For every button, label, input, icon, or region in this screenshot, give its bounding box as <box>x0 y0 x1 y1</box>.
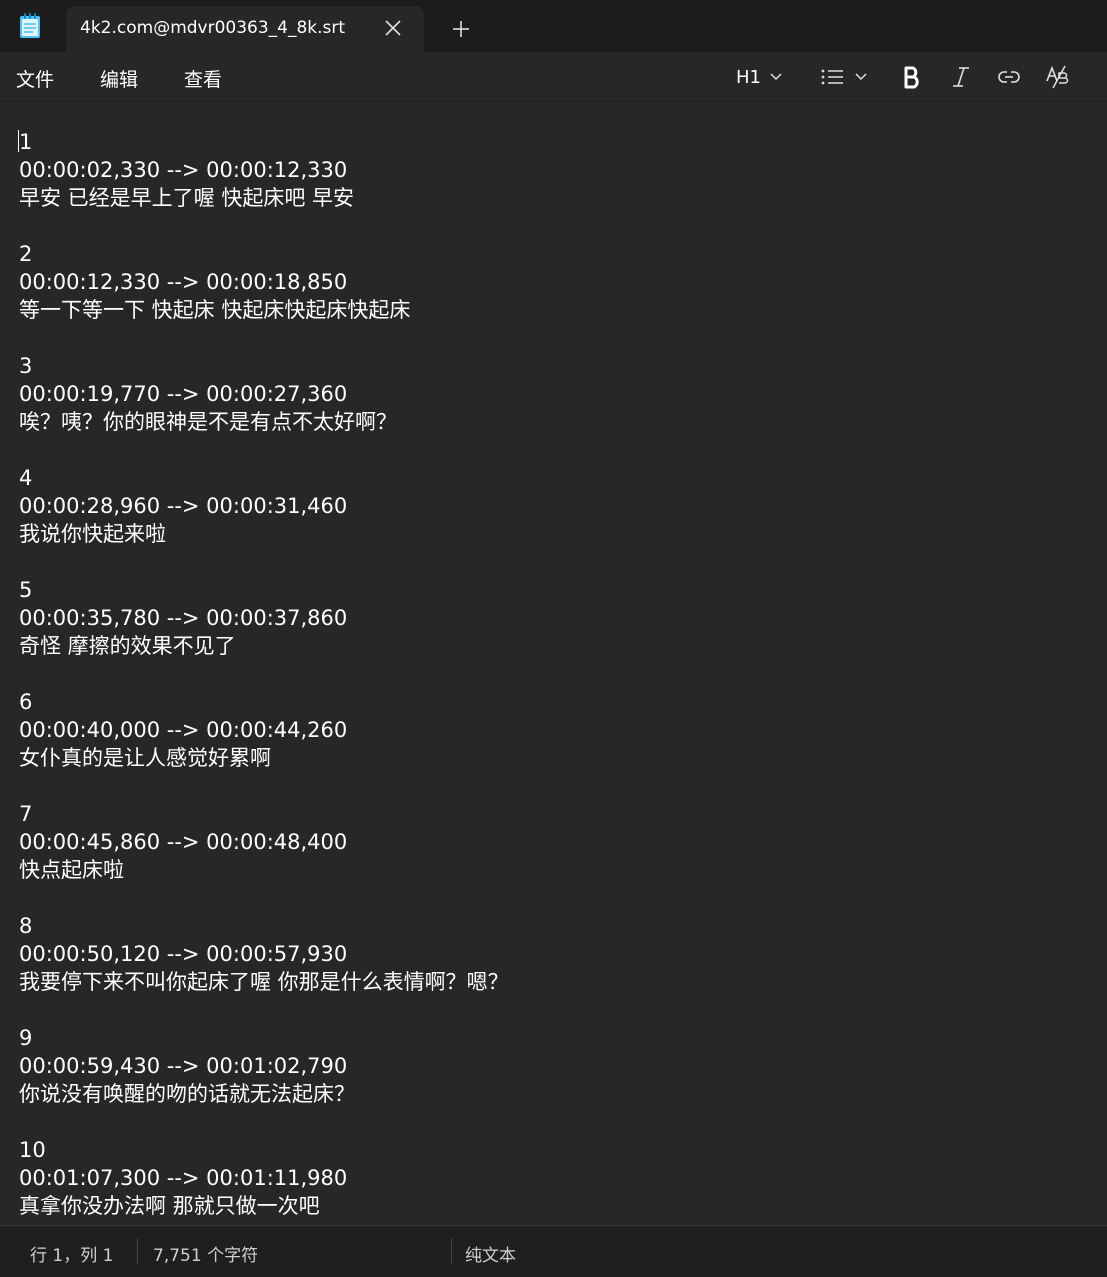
editor-line: 6 <box>19 690 33 714</box>
italic-icon <box>950 65 972 89</box>
editor-line: 我说你快起来啦 <box>19 522 166 546</box>
status-divider <box>137 1238 138 1264</box>
bold-button[interactable] <box>902 64 922 90</box>
character-count: 7,751 个字符 <box>153 1246 259 1266</box>
editor-line: 8 <box>19 914 33 938</box>
editor-line: 00:00:19,770 --> 00:00:27,360 <box>19 382 348 406</box>
editor-line: 奇怪 摩擦的效果不见了 <box>19 634 236 658</box>
editor-line: 00:00:50,120 --> 00:00:57,930 <box>19 942 348 966</box>
notepad-window: 4k2.com@mdvr00363_4_8k.srt 文件 编辑 查看 H1 1… <box>0 0 1107 1277</box>
text-editor-area[interactable]: 1 00:00:02,330 --> 00:00:12,330 早安 已经是早上了喔… <box>0 103 1107 1225</box>
editor-line: 10 <box>19 1138 46 1162</box>
heading-dropdown[interactable]: H1 <box>736 64 783 90</box>
editor-line: 早安 已经是早上了喔 快起床吧 早安 <box>19 186 355 210</box>
cursor-position: 行 1，列 1 <box>30 1246 114 1266</box>
editor-line: 女仆真的是让人感觉好累啊 <box>19 746 271 770</box>
chevron-down-icon <box>769 70 783 84</box>
bold-icon <box>902 65 922 89</box>
editor-line: 00:00:28,960 --> 00:00:31,460 <box>19 494 348 518</box>
menu-edit[interactable]: 编辑 <box>100 65 138 92</box>
tab-active-file[interactable]: 4k2.com@mdvr00363_4_8k.srt <box>66 6 424 52</box>
text-format[interactable]: 纯文本 <box>465 1241 516 1266</box>
new-tab-plus-icon[interactable] <box>450 18 472 40</box>
editor-line: 00:00:59,430 --> 00:01:02,790 <box>19 1054 348 1078</box>
chevron-down-icon <box>854 70 868 84</box>
editor-line: 4 <box>19 466 33 490</box>
italic-button[interactable] <box>950 64 972 90</box>
tab-title: 4k2.com@mdvr00363_4_8k.srt <box>80 18 346 38</box>
editor-line: 3 <box>19 354 33 378</box>
editor-line: 唉？咦？你的眼神是不是有点不太好啊？ <box>19 410 397 434</box>
editor-line: 00:00:02,330 --> 00:00:12,330 <box>19 158 348 182</box>
status-divider <box>451 1238 452 1264</box>
editor-line: 我要停下来不叫你起床了喔 你那是什么表情啊？嗯？ <box>19 970 509 994</box>
list-icon <box>820 67 844 87</box>
link-icon <box>997 67 1021 87</box>
editor-line: 00:00:45,860 --> 00:00:48,400 <box>19 830 348 854</box>
status-bar: 行 1，列 1 7,751 个字符 纯文本 <box>0 1225 1107 1277</box>
list-dropdown[interactable] <box>820 64 868 90</box>
link-button[interactable] <box>997 64 1021 90</box>
menu-file[interactable]: 文件 <box>16 65 54 92</box>
editor-line: 00:00:12,330 --> 00:00:18,850 <box>19 270 348 294</box>
editor-line: 00:00:40,000 --> 00:00:44,260 <box>19 718 348 742</box>
close-tab-icon[interactable] <box>382 17 404 39</box>
editor-line: 00:01:07,300 --> 00:01:11,980 <box>19 1166 348 1190</box>
editor-line: 5 <box>19 578 33 602</box>
editor-line: 00:00:35,780 --> 00:00:37,860 <box>19 606 348 630</box>
spellcheck-icon <box>1045 64 1071 90</box>
editor-content: 1 00:00:02,330 --> 00:00:12,330 早安 已经是早上了喔… <box>19 128 509 1220</box>
heading-level-label: H1 <box>736 66 761 88</box>
editor-line: 9 <box>19 1026 33 1050</box>
editor-line: 真拿你没办法啊 那就只做一次吧 <box>19 1194 320 1218</box>
editor-line: 7 <box>19 802 33 826</box>
editor-line: 快点起床啦 <box>19 858 124 882</box>
menu-bar: 文件 编辑 查看 H1 <box>0 52 1107 102</box>
editor-line: 1 <box>19 130 33 154</box>
editor-line: 你说没有唤醒的吻的话就无法起床？ <box>19 1082 355 1106</box>
editor-line: 等一下等一下 快起床 快起床快起床快起床 <box>19 298 411 322</box>
menu-view[interactable]: 查看 <box>184 65 222 92</box>
notepad-icon <box>18 13 42 39</box>
title-bar: 4k2.com@mdvr00363_4_8k.srt <box>0 0 1107 52</box>
editor-line: 2 <box>19 242 33 266</box>
spellcheck-button[interactable] <box>1045 64 1071 90</box>
